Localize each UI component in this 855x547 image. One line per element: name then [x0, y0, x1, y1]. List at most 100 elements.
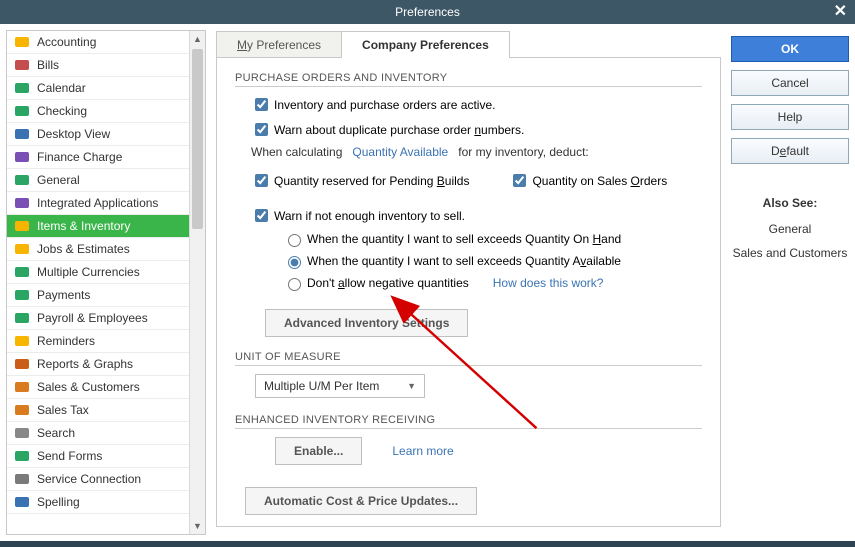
- qb-pre: Quantity reserved for Pending: [274, 174, 437, 188]
- default-button[interactable]: Default: [731, 138, 849, 164]
- company-preferences-panel: PURCHASE ORDERS AND INVENTORY Inventory …: [216, 57, 721, 527]
- also-see-general[interactable]: General: [731, 222, 849, 236]
- tab-my-preferences-key: M: [237, 38, 247, 52]
- also-see-sales-customers[interactable]: Sales and Customers: [731, 246, 849, 260]
- uom-select-value: Multiple U/M Per Item: [264, 379, 379, 393]
- close-icon[interactable]: ✕: [834, 0, 847, 24]
- sidebar-item-label: Checking: [37, 104, 87, 118]
- sidebar-item[interactable]: Service Connection: [7, 468, 205, 491]
- sidebar-item[interactable]: Reports & Graphs: [7, 353, 205, 376]
- checkbox-qty-pending-builds[interactable]: [255, 174, 268, 187]
- category-icon: [13, 425, 31, 441]
- checkbox-qty-sales-orders-label: Quantity on Sales Orders: [532, 174, 667, 188]
- category-icon: [13, 494, 31, 510]
- sidebar-item-label: Reminders: [37, 334, 95, 348]
- scroll-up-icon[interactable]: ▲: [190, 31, 205, 47]
- qo-post: rders: [640, 174, 667, 188]
- radio-exceeds-qa[interactable]: [288, 256, 301, 269]
- uom-select[interactable]: Multiple U/M Per Item ▼: [255, 374, 425, 398]
- radio-no-negative[interactable]: [288, 278, 301, 291]
- sidebar-item[interactable]: Jobs & Estimates: [7, 238, 205, 261]
- checkbox-inventory-active[interactable]: [255, 98, 268, 111]
- qb-u: B: [437, 174, 445, 188]
- default-post: fault: [786, 144, 809, 158]
- category-icon: [13, 379, 31, 395]
- sidebar-list: AccountingBillsCalendar Checking Desktop V…: [7, 31, 205, 534]
- checkbox-inventory-active-label: Inventory and purchase orders are active…: [274, 98, 495, 112]
- when-calculating-pre: When calculating: [251, 145, 342, 159]
- sidebar-item[interactable]: Payroll & Employees: [7, 307, 205, 330]
- radio-exceeds-qa-label: When the quantity I want to sell exceeds…: [307, 254, 621, 268]
- dup-po-pre: Warn about duplicate purchase order: [274, 123, 474, 137]
- sidebar-item[interactable]: Checking: [7, 100, 205, 123]
- checkbox-duplicate-po-warn[interactable]: [255, 123, 268, 136]
- tab-company-preferences-label: Company Preferences: [362, 38, 489, 52]
- category-icon: [13, 57, 31, 73]
- advanced-inventory-settings-button[interactable]: Advanced Inventory Settings: [265, 309, 468, 337]
- sidebar-item[interactable]: Sales Tax: [7, 399, 205, 422]
- sidebar-item-label: Sales & Customers: [37, 380, 140, 394]
- scroll-down-icon[interactable]: ▼: [190, 518, 205, 534]
- window-bottom-edge: [0, 541, 855, 547]
- category-icon: [13, 103, 31, 119]
- sidebar-item-label: Service Connection: [37, 472, 141, 486]
- also-see-title: Also See:: [731, 196, 849, 210]
- neg-pre: Don't: [307, 276, 338, 290]
- sidebar-scrollbar[interactable]: ▲ ▼: [189, 31, 205, 534]
- sidebar-item[interactable]: Accounting: [7, 31, 205, 54]
- sidebar-item[interactable]: Desktop View: [7, 123, 205, 146]
- sidebar-item[interactable]: Calendar: [7, 77, 205, 100]
- default-pre: D: [771, 144, 780, 158]
- section-eir-title: ENHANCED INVENTORY RECEIVING: [235, 414, 702, 429]
- category-icon: [13, 264, 31, 280]
- tab-my-preferences[interactable]: My Preferences: [216, 31, 342, 58]
- category-icon: [13, 34, 31, 50]
- sidebar-item[interactable]: Spelling: [7, 491, 205, 514]
- cancel-button[interactable]: Cancel: [731, 70, 849, 96]
- sidebar-item[interactable]: Payments: [7, 284, 205, 307]
- auto-cost-price-updates-button[interactable]: Automatic Cost & Price Updates...: [245, 487, 477, 515]
- sidebar-item-label: Spelling: [37, 495, 80, 509]
- quantity-available-link[interactable]: Quantity Available: [352, 145, 448, 159]
- sidebar-item[interactable]: Integrated Applications: [7, 192, 205, 215]
- sidebar-item-label: Reports & Graphs: [37, 357, 133, 371]
- radio-exceeds-qoh[interactable]: [288, 234, 301, 247]
- sidebar-item[interactable]: Send Forms: [7, 445, 205, 468]
- category-icon: [13, 310, 31, 326]
- sidebar-item-label: Jobs & Estimates: [37, 242, 130, 256]
- category-icon: [13, 333, 31, 349]
- neg-u: a: [338, 276, 345, 290]
- sidebar-item-label: Items & Inventory: [37, 219, 130, 233]
- sidebar-item[interactable]: General: [7, 169, 205, 192]
- sidebar-item-label: Search: [37, 426, 75, 440]
- how-does-this-work-link[interactable]: How does this work?: [493, 276, 604, 290]
- tabs: My Preferences Company Preferences: [216, 30, 721, 58]
- ok-button[interactable]: OK: [731, 36, 849, 62]
- category-icon: [13, 241, 31, 257]
- category-icon: [13, 149, 31, 165]
- learn-more-link[interactable]: Learn more: [392, 444, 453, 458]
- enable-eir-button[interactable]: Enable...: [275, 437, 362, 465]
- scrollbar-thumb[interactable]: [192, 49, 203, 229]
- sidebar-item[interactable]: Search: [7, 422, 205, 445]
- checkbox-warn-not-enough[interactable]: [255, 209, 268, 222]
- right-button-panel: OK Cancel Help Default Also See: General…: [731, 30, 849, 535]
- sidebar-item-label: General: [37, 173, 80, 187]
- sidebar-item[interactable]: Multiple Currencies: [7, 261, 205, 284]
- sidebar-item-label: Payroll & Employees: [37, 311, 148, 325]
- checkbox-qty-pending-builds-label: Quantity reserved for Pending Builds: [274, 174, 469, 188]
- title-bar: Preferences ✕: [0, 0, 855, 24]
- sidebar-item[interactable]: Bills: [7, 54, 205, 77]
- sidebar-item[interactable]: Items & Inventory: [7, 215, 205, 238]
- sidebar-item[interactable]: Finance Charge: [7, 146, 205, 169]
- sidebar-item[interactable]: Reminders: [7, 330, 205, 353]
- sidebar-item[interactable]: Sales & Customers: [7, 376, 205, 399]
- qa-pre: When the quantity I want to sell exceeds…: [307, 254, 580, 268]
- sidebar-item-label: Integrated Applications: [37, 196, 158, 210]
- sidebar-item-label: Send Forms: [37, 449, 102, 463]
- checkbox-qty-sales-orders[interactable]: [513, 174, 526, 187]
- help-button[interactable]: Help: [731, 104, 849, 130]
- window-title: Preferences: [395, 5, 460, 19]
- tab-company-preferences[interactable]: Company Preferences: [341, 31, 510, 58]
- sidebar-item-label: Finance Charge: [37, 150, 122, 164]
